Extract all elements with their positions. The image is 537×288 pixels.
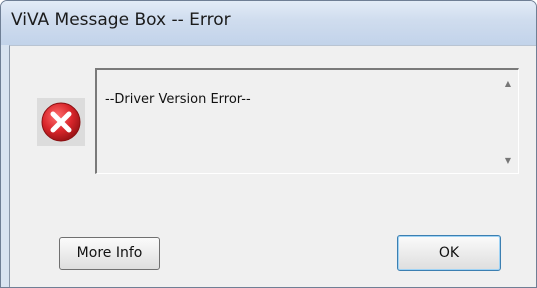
scroll-up-arrow-icon[interactable]: ▲ <box>502 78 514 90</box>
error-icon-container <box>37 98 85 146</box>
dialog-body: --Driver Version Error-- ▲ ▼ More Info O… <box>9 45 536 287</box>
more-info-button[interactable]: More Info <box>59 237 160 270</box>
message-box-window: ViVA Message Box -- Error --Driver Versi… <box>0 0 537 288</box>
message-textarea[interactable]: --Driver Version Error-- ▲ ▼ <box>95 68 519 174</box>
title-bar[interactable]: ViVA Message Box -- Error <box>1 1 536 45</box>
scroll-down-arrow-icon[interactable]: ▼ <box>502 155 514 167</box>
window-title: ViVA Message Box -- Error <box>11 10 231 30</box>
ok-button[interactable]: OK <box>397 235 501 271</box>
error-icon <box>41 102 81 142</box>
error-message: --Driver Version Error-- <box>105 92 251 107</box>
